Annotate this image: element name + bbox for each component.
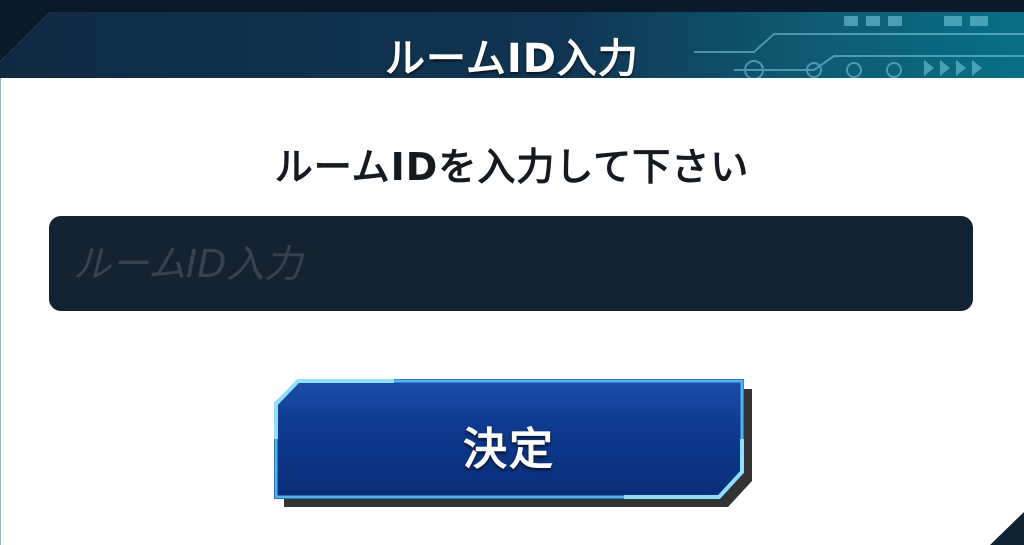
confirm-button-wrapper: 決定: [274, 379, 752, 507]
confirm-button[interactable]: 決定: [274, 379, 744, 499]
confirm-button-label: 決定: [463, 424, 555, 475]
screen: ルームID入力 ルームIDを入力して下さい 決定: [0, 0, 1024, 545]
prompt-text: ルームIDを入力して下さい: [274, 145, 750, 189]
dialog-header: ルームID入力: [0, 12, 1024, 78]
room-id-input[interactable]: [49, 216, 973, 311]
dialog-title: ルームID入力: [385, 36, 639, 78]
